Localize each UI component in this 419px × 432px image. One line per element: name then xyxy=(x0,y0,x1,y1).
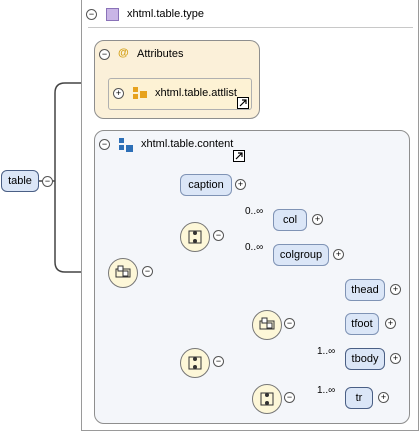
attlist-label: xhtml.table.attlist xyxy=(155,87,237,99)
expand-icon[interactable]: + xyxy=(378,392,389,403)
element-tr[interactable]: tr xyxy=(345,387,373,409)
link-icon[interactable] xyxy=(233,150,245,162)
choice-compositor[interactable] xyxy=(180,348,210,378)
sequence-compositor[interactable] xyxy=(252,310,282,340)
collapse-icon[interactable]: − xyxy=(213,356,224,367)
element-tfoot[interactable]: tfoot xyxy=(345,313,379,335)
element-colgroup[interactable]: colgroup xyxy=(273,244,329,266)
complex-type-icon xyxy=(106,8,119,21)
collapse-icon[interactable]: − xyxy=(284,392,295,403)
collapse-icon[interactable]: − xyxy=(284,318,295,329)
element-tbody[interactable]: tbody xyxy=(345,348,385,370)
collapse-icon[interactable]: − xyxy=(42,176,53,187)
colgroup-cardinality: 0..∞ xyxy=(245,242,264,253)
collapse-icon[interactable]: − xyxy=(99,49,110,60)
tr-cardinality: 1..∞ xyxy=(317,385,336,396)
complex-type-label: xhtml.table.type xyxy=(127,8,205,20)
collapse-icon[interactable]: − xyxy=(99,139,110,150)
collapse-icon[interactable]: − xyxy=(142,266,153,277)
element-col[interactable]: col xyxy=(273,209,307,231)
expand-icon[interactable]: + xyxy=(312,214,323,225)
content-group-label: xhtml.table.content xyxy=(141,138,234,150)
expand-icon[interactable]: + xyxy=(390,353,401,364)
attributes-label: Attributes xyxy=(137,48,184,60)
sequence-compositor[interactable] xyxy=(108,258,138,288)
tbody-cardinality: 1..∞ xyxy=(317,346,336,357)
expand-icon[interactable]: + xyxy=(235,179,246,190)
collapse-icon[interactable]: − xyxy=(213,230,224,241)
expand-icon[interactable]: + xyxy=(385,318,396,329)
element-table[interactable]: table xyxy=(1,170,39,192)
element-caption[interactable]: caption xyxy=(180,174,232,196)
expand-icon[interactable]: + xyxy=(333,249,344,260)
content-group-box xyxy=(94,130,410,424)
model-group-icon xyxy=(119,138,133,152)
link-icon[interactable] xyxy=(237,97,249,109)
collapse-icon[interactable]: − xyxy=(86,9,97,20)
element-thead[interactable]: thead xyxy=(345,279,385,301)
sequence-compositor[interactable] xyxy=(252,384,282,414)
expand-icon[interactable]: + xyxy=(390,284,401,295)
col-cardinality: 0..∞ xyxy=(245,206,264,217)
header-divider xyxy=(88,27,413,28)
choice-compositor[interactable] xyxy=(180,222,210,252)
expand-icon[interactable]: + xyxy=(113,88,124,99)
at-icon: @ xyxy=(118,47,129,59)
attribute-group-icon xyxy=(133,87,147,101)
